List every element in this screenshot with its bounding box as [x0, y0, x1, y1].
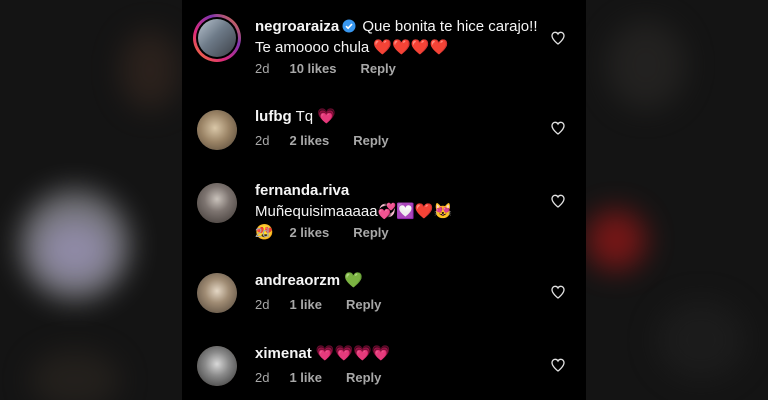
- verified-badge-icon: [342, 19, 356, 33]
- heart-outline-icon[interactable]: [550, 30, 566, 46]
- reply-button[interactable]: Reply: [353, 133, 388, 149]
- reply-button[interactable]: Reply: [346, 297, 381, 313]
- comment-username[interactable]: lufbg: [255, 108, 292, 125]
- reply-button[interactable]: Reply: [353, 225, 388, 241]
- comment-time: 2d: [255, 225, 270, 240]
- reply-button[interactable]: Reply: [360, 61, 395, 77]
- heart-outline-icon[interactable]: [550, 193, 566, 209]
- comments-panel: negroaraiza Que bonita te hice carajo!! …: [182, 0, 586, 400]
- comment-likes[interactable]: 1 like: [289, 370, 322, 386]
- comment-text: 💚: [344, 272, 363, 289]
- comment-likes[interactable]: 10 likes: [289, 61, 336, 77]
- avatar-photo: [197, 273, 237, 313]
- comment-body: andreaorzm 💚: [255, 270, 535, 291]
- heart-outline-icon[interactable]: [550, 284, 566, 300]
- comment-meta: 2d 2 likes Reply: [255, 133, 389, 149]
- avatar-photo: [197, 110, 237, 150]
- avatar-photo: [197, 183, 237, 223]
- comment-meta: 2d 1 like Reply: [255, 370, 381, 386]
- comment-time: 2d: [255, 370, 270, 385]
- comment-likes[interactable]: 2 likes: [289, 225, 329, 241]
- comment-username[interactable]: andreaorzm: [255, 272, 340, 289]
- blurred-backdrop-right: [586, 0, 768, 400]
- avatar[interactable]: [197, 110, 237, 150]
- comment-time: 2d: [255, 133, 270, 148]
- comment-username[interactable]: fernanda.riva: [255, 182, 349, 199]
- heart-outline-icon[interactable]: [550, 120, 566, 136]
- comment-body: ximenat 💗💗💗💗: [255, 343, 535, 364]
- comment-meta: 2d 10 likes Reply: [255, 61, 396, 77]
- avatar[interactable]: [197, 346, 237, 386]
- comment-meta: 2d 2 likes Reply: [255, 225, 389, 241]
- avatar-story-ring[interactable]: [193, 14, 241, 62]
- avatar[interactable]: [197, 183, 237, 223]
- comment-likes[interactable]: 2 likes: [289, 133, 329, 149]
- comment-time: 2d: [255, 61, 270, 76]
- comment-username[interactable]: negroaraiza: [255, 18, 339, 35]
- avatar[interactable]: [197, 273, 237, 313]
- reply-button[interactable]: Reply: [346, 370, 381, 386]
- comment-meta: 2d 1 like Reply: [255, 297, 381, 313]
- comment-username[interactable]: ximenat: [255, 345, 312, 362]
- heart-outline-icon[interactable]: [550, 357, 566, 373]
- comment-likes[interactable]: 1 like: [289, 297, 322, 313]
- comment-body: lufbg Tq 💗: [255, 106, 535, 127]
- comment-text: Tq 💗: [295, 108, 336, 125]
- video-frame: negroaraiza Que bonita te hice carajo!! …: [0, 0, 768, 400]
- comment-time: 2d: [255, 297, 270, 312]
- avatar: [198, 19, 236, 57]
- blurred-backdrop-left: [0, 0, 182, 400]
- avatar-photo: [197, 346, 237, 386]
- comment-text: 💗💗💗💗: [315, 345, 391, 362]
- comment-body: negroaraiza Que bonita te hice carajo!! …: [255, 16, 545, 58]
